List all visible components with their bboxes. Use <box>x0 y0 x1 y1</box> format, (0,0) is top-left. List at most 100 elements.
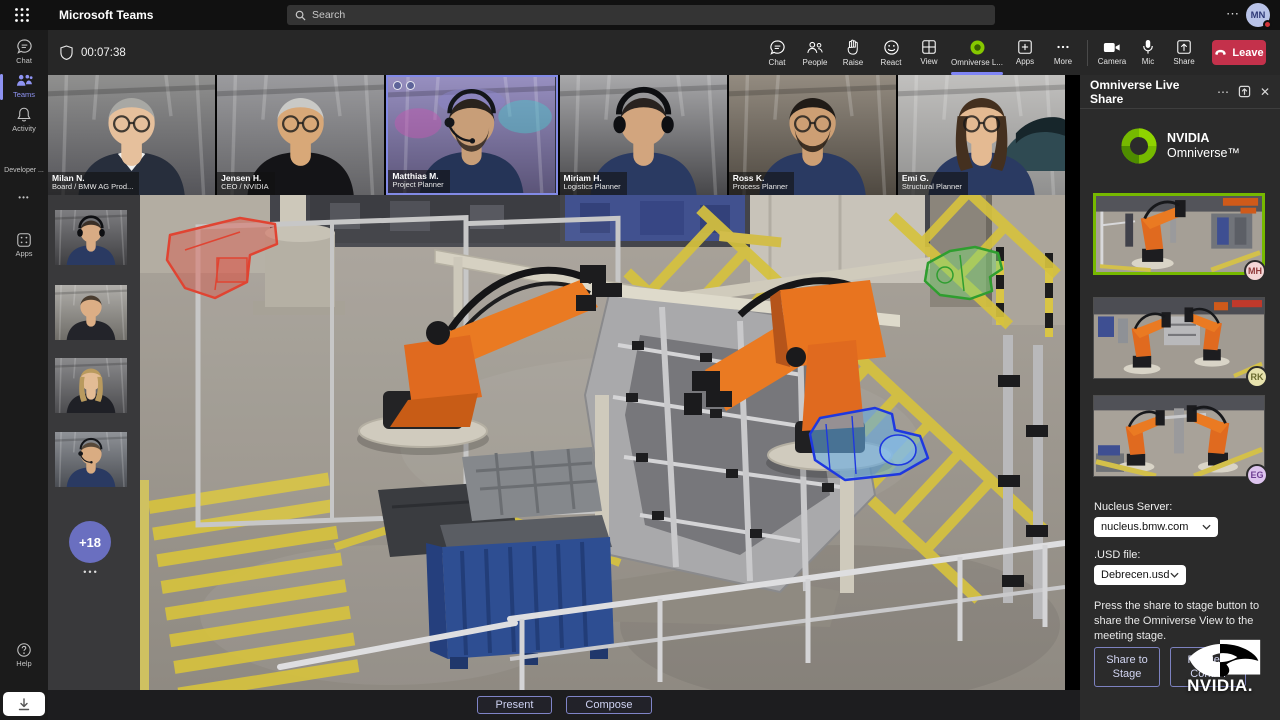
participant-video-frame <box>55 285 127 340</box>
video-thumbnail[interactable] <box>55 210 127 265</box>
video-tile[interactable]: Ross K. Process Planner <box>729 75 896 195</box>
video-tile[interactable]: Milan N. Board / BMW AG Prod... <box>48 75 215 195</box>
participant-thumbnail-rail: +18 ••• <box>48 195 140 690</box>
usd-file-select[interactable]: Debrecen.usd <box>1094 565 1186 585</box>
omniverse-view-thumbnail[interactable]: RK <box>1093 297 1265 379</box>
people-icon <box>806 39 824 56</box>
help-icon <box>16 642 32 658</box>
more-participants-badge[interactable]: +18 <box>69 521 111 563</box>
panel-more-icon[interactable]: ⋯ <box>1217 85 1229 99</box>
panel-buttons: Share to Stage Request Control <box>1094 647 1246 687</box>
sidebar-item-apps[interactable]: Apps <box>0 232 48 258</box>
participant-video-frame <box>55 432 127 487</box>
bell-icon <box>16 106 32 123</box>
view-button[interactable]: View <box>910 30 948 75</box>
app-launcher-icon[interactable] <box>14 7 30 23</box>
raise-hand-button[interactable]: Raise <box>834 30 872 75</box>
compose-button[interactable]: Compose <box>566 696 651 714</box>
participant-nameplate: Milan N. Board / BMW AG Prod... <box>48 172 139 195</box>
sidebar-item-help[interactable]: Help <box>0 642 48 668</box>
nucleus-server-label: Nucleus Server: <box>1094 501 1172 513</box>
sidebar-item-teams[interactable]: Teams <box>0 72 48 99</box>
camera-icon <box>1103 40 1121 55</box>
share-button[interactable]: Share <box>1166 30 1202 75</box>
titlebar-more-icon[interactable]: ⋯ <box>1226 6 1239 22</box>
factory-thumbnail-scene <box>1094 298 1264 378</box>
view-grid-icon <box>921 39 937 55</box>
share-hint-text: Press the share to stage button to share… <box>1094 599 1266 644</box>
shield-icon <box>60 45 73 60</box>
video-tile[interactable]: Emi G. Structural Planner <box>898 75 1065 195</box>
omniverse-logo-icon <box>1120 127 1158 165</box>
omniverse-view-thumbnail[interactable]: EG <box>1093 395 1265 477</box>
omniverse-app-icon <box>969 39 986 56</box>
omniverse-live-share-panel: Omniverse Live Share ⋯ ✕ NVIDIA Omnivers… <box>1080 75 1280 720</box>
device-toolbar: Camera Mic Share <box>1094 30 1202 75</box>
chat-button[interactable]: Chat <box>758 30 796 75</box>
share-screen-icon <box>1176 39 1192 55</box>
factory-scene <box>140 195 1065 690</box>
search-placeholder: Search <box>312 9 345 21</box>
omniverse-viewport[interactable] <box>140 195 1065 690</box>
video-tile[interactable]: Jensen H. CEO / NVIDIA <box>217 75 384 195</box>
avatar[interactable]: MN <box>1246 3 1270 27</box>
download-button[interactable] <box>3 692 45 716</box>
omniverse-view-thumbnail[interactable]: MH <box>1093 193 1265 275</box>
usd-file-label: .USD file: <box>1094 549 1140 561</box>
nvidia-omniverse-brand: NVIDIA Omniverse™ <box>1080 123 1280 169</box>
factory-thumbnail-scene <box>1094 396 1264 476</box>
omniverse-app-button[interactable]: Omniverse L... <box>948 30 1006 75</box>
participant-nameplate: Ross K. Process Planner <box>729 172 794 195</box>
meeting-timer: 00:07:38 <box>60 30 126 75</box>
more-dots-icon <box>1055 39 1071 55</box>
more-button[interactable]: More <box>1044 30 1082 75</box>
sidebar-item-developer[interactable]: Developer ... <box>0 166 48 174</box>
people-button[interactable]: People <box>796 30 834 75</box>
sidebar-item-activity[interactable]: Activity <box>0 106 48 133</box>
share-owner-badge: RK <box>1246 366 1268 388</box>
participant-nameplate: Miriam H. Logistics Planner <box>560 172 627 195</box>
video-thumbnail[interactable] <box>55 432 127 487</box>
share-owner-badge: EG <box>1246 464 1268 486</box>
rail-overflow-icon[interactable]: ••• <box>48 567 134 577</box>
video-thumbnail[interactable] <box>55 285 127 340</box>
present-button[interactable]: Present <box>477 696 553 714</box>
participant-nameplate: Matthias M. Project Planner <box>388 170 449 193</box>
meeting-control-bar: 00:07:38 Chat People Raise <box>48 30 1280 75</box>
toolbar-separator <box>1087 40 1088 66</box>
panel-header: Omniverse Live Share ⋯ ✕ <box>1080 75 1280 109</box>
mini-logo-icon <box>406 81 415 90</box>
panel-title: Omniverse Live Share <box>1090 78 1208 106</box>
panel-close-icon[interactable]: ✕ <box>1260 85 1270 99</box>
presence-busy-icon <box>1263 20 1272 29</box>
bmw-logo-icon <box>393 81 402 90</box>
hangup-icon <box>1214 49 1227 56</box>
brand-logos <box>393 81 415 90</box>
chevron-down-icon <box>1202 524 1211 530</box>
brand-text: NVIDIA Omniverse™ <box>1167 131 1240 161</box>
react-button[interactable]: React <box>872 30 910 75</box>
video-thumbnail[interactable] <box>55 358 127 413</box>
share-to-stage-button[interactable]: Share to Stage <box>1094 647 1160 687</box>
meeting-toolbar: Chat People Raise R <box>758 30 1082 75</box>
share-owner-badge: MH <box>1244 260 1266 282</box>
chat-icon <box>769 39 786 56</box>
mic-button[interactable]: Mic <box>1130 30 1166 75</box>
sidebar-item-chat[interactable]: Chat <box>0 38 48 65</box>
search-input[interactable]: Search <box>287 5 995 25</box>
chat-icon <box>16 38 33 55</box>
factory-thumbnail-scene <box>1096 196 1262 272</box>
apps-button[interactable]: Apps <box>1006 30 1044 75</box>
video-tile-active-speaker[interactable]: Matthias M. Project Planner <box>386 75 557 195</box>
participant-video-frame <box>55 358 127 413</box>
title-bar: Microsoft Teams Search ⋯ MN <box>0 0 1280 30</box>
nucleus-server-select[interactable]: nucleus.bmw.com <box>1094 517 1218 537</box>
sidebar-item-overflow[interactable]: ••• <box>0 192 48 202</box>
camera-button[interactable]: Camera <box>1094 30 1130 75</box>
apps-add-icon <box>1017 39 1033 55</box>
request-control-button[interactable]: Request Control <box>1170 647 1246 687</box>
video-tile[interactable]: Miriam H. Logistics Planner <box>560 75 727 195</box>
video-stage: Milan N. Board / BMW AG Prod... Jensen H… <box>48 75 1065 195</box>
popout-icon[interactable] <box>1238 85 1251 98</box>
leave-button[interactable]: Leave <box>1212 40 1266 65</box>
